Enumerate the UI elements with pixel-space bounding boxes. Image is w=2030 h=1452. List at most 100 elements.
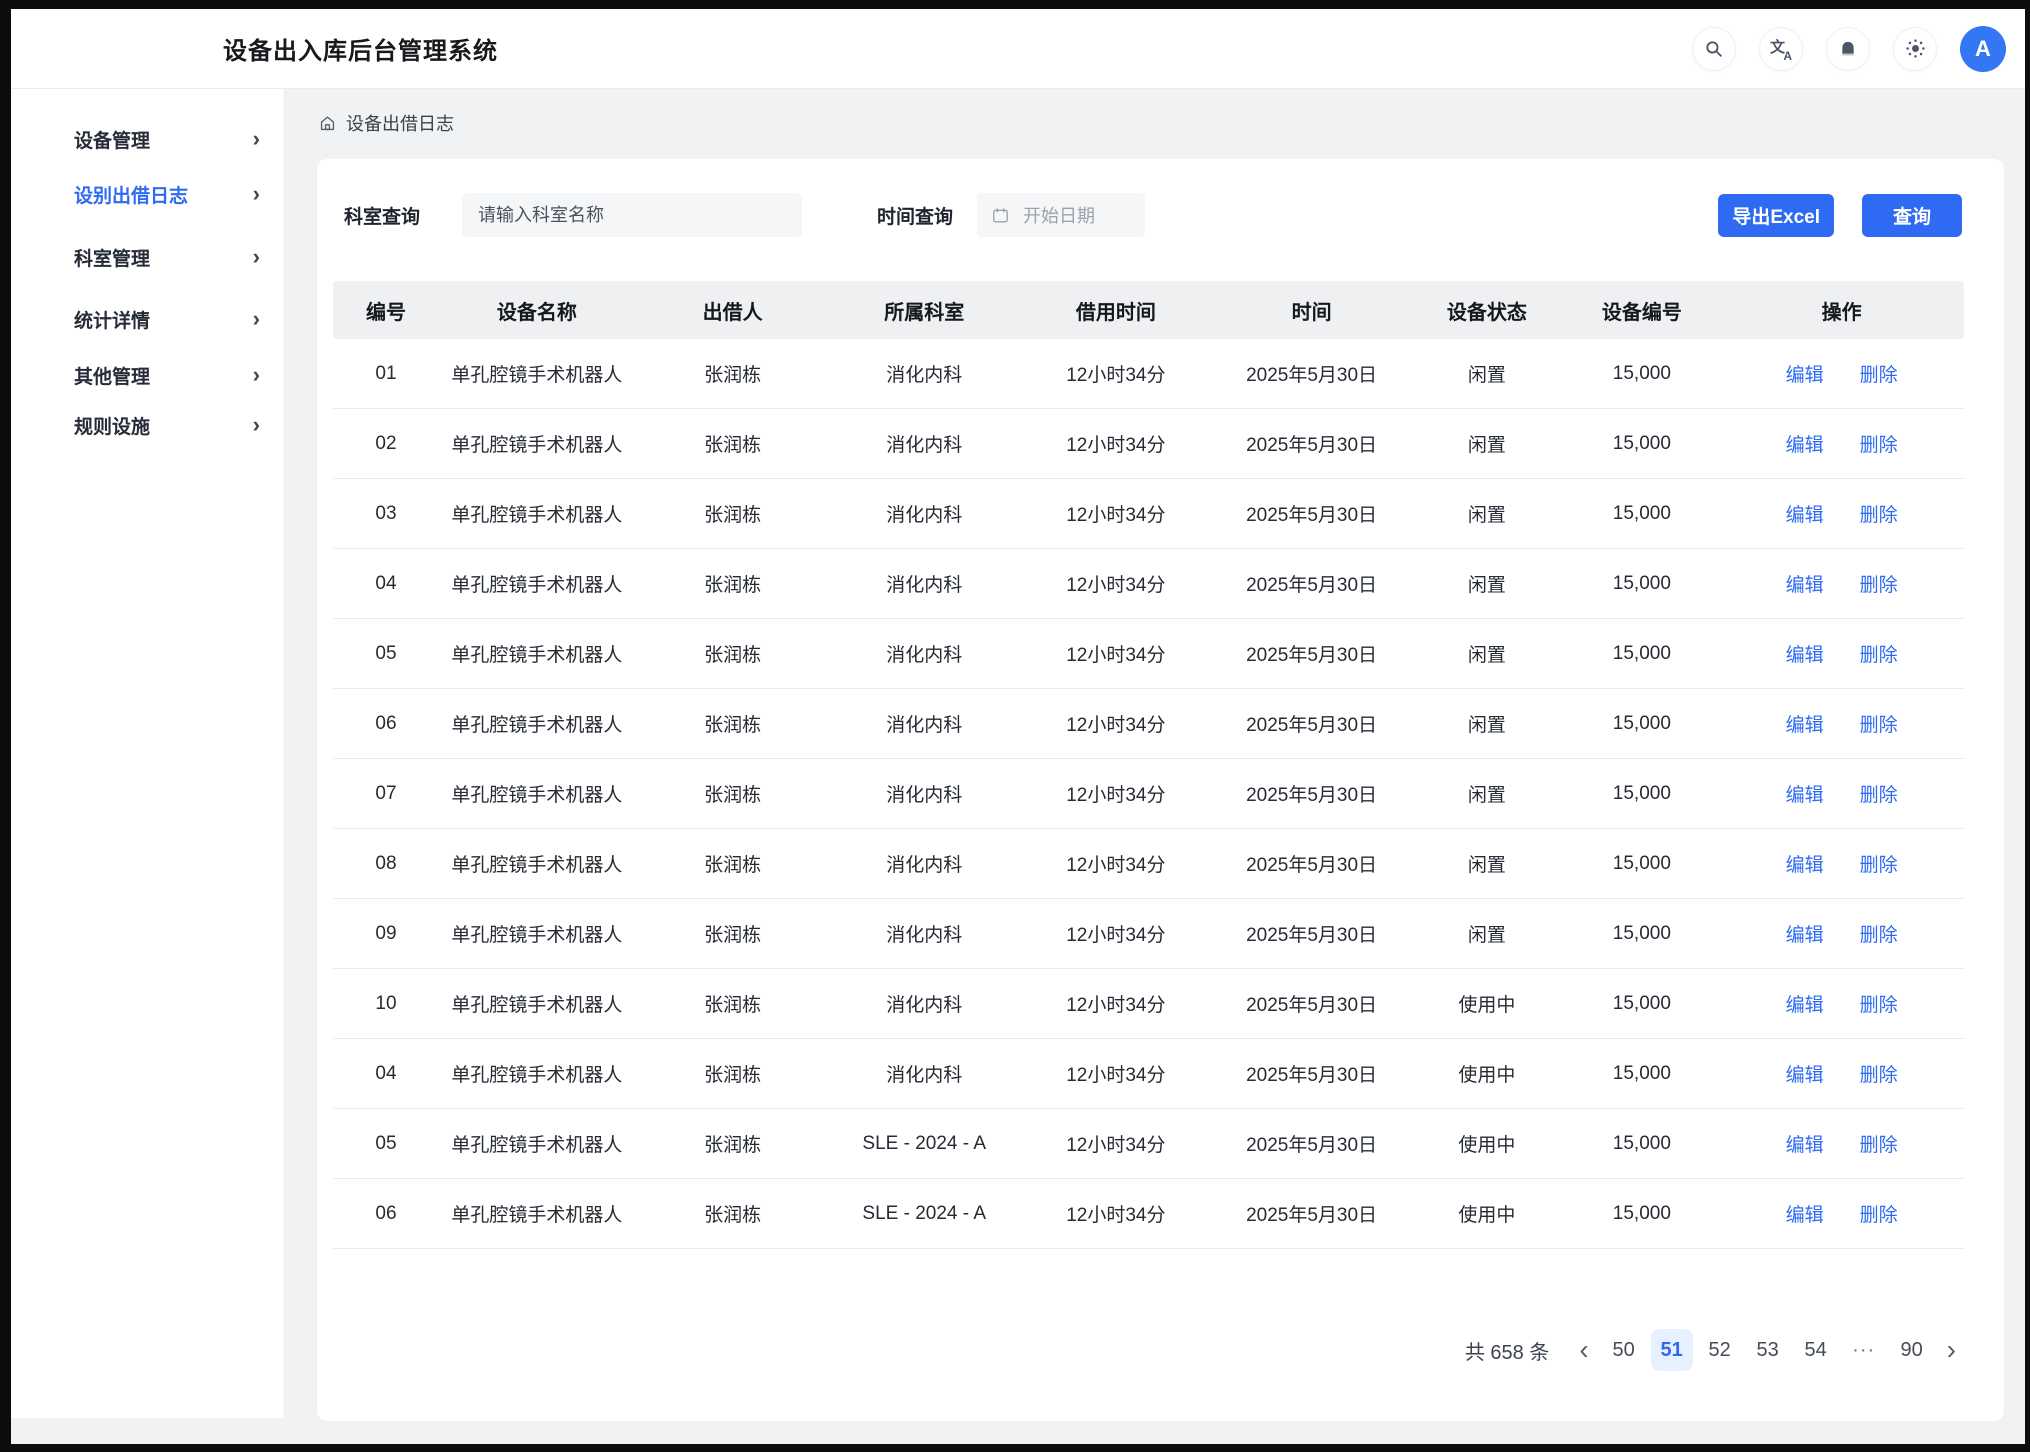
- cell-lender: 张润栋: [635, 1039, 831, 1109]
- cell-date: 2025年5月30日: [1214, 689, 1410, 759]
- settings-button[interactable]: [1893, 27, 1937, 71]
- cell-borrow-duration: 12小时34分: [1018, 969, 1214, 1039]
- edit-link[interactable]: 编辑: [1786, 995, 1824, 1016]
- column-header-5: 借用时间: [1018, 281, 1214, 339]
- edit-link[interactable]: 编辑: [1786, 575, 1824, 596]
- cell-operations: 编辑 删除: [1719, 479, 1964, 549]
- cell-department: 消化内科: [830, 479, 1018, 549]
- cell-device-status: 闲置: [1409, 479, 1564, 549]
- sidebar-item-6[interactable]: 规则设施›: [11, 403, 284, 447]
- cell-department: 消化内科: [830, 339, 1018, 409]
- cell-date: 2025年5月30日: [1214, 899, 1410, 969]
- delete-link[interactable]: 删除: [1860, 575, 1898, 596]
- delete-link[interactable]: 删除: [1860, 785, 1898, 806]
- cell-lender: 张润栋: [635, 479, 831, 549]
- cell-device-code: 15,000: [1564, 759, 1719, 829]
- cell-device-name: 单孔腔镜手术机器人: [439, 1179, 635, 1249]
- edit-link[interactable]: 编辑: [1786, 1135, 1824, 1156]
- edit-link[interactable]: 编辑: [1786, 785, 1824, 806]
- delete-link[interactable]: 删除: [1860, 715, 1898, 736]
- cell-device-code: 15,000: [1564, 409, 1719, 479]
- cell-lender: 张润栋: [635, 829, 831, 899]
- cell-row-number: 07: [333, 759, 439, 829]
- next-page-button[interactable]: ›: [1939, 1330, 1964, 1370]
- delete-link[interactable]: 删除: [1860, 1065, 1898, 1086]
- column-header-3: 出借人: [635, 281, 831, 339]
- cell-device-code: 15,000: [1564, 339, 1719, 409]
- export-excel-button[interactable]: 导出Excel: [1718, 194, 1834, 237]
- cell-row-number: 02: [333, 409, 439, 479]
- delete-link[interactable]: 删除: [1860, 1135, 1898, 1156]
- table-row: 04单孔腔镜手术机器人张润栋消化内科12小时34分2025年5月30日使用中15…: [333, 1039, 1964, 1109]
- cell-operations: 编辑 删除: [1719, 829, 1964, 899]
- cell-device-status: 闲置: [1409, 549, 1564, 619]
- sidebar-item-3[interactable]: 科室管理›: [11, 235, 284, 279]
- sidebar-item-label: 统计详情: [74, 306, 150, 333]
- chevron-right-icon: ›: [253, 308, 260, 330]
- notification-icon: [1837, 38, 1859, 60]
- cell-department: 消化内科: [830, 969, 1018, 1039]
- prev-page-button[interactable]: ‹: [1571, 1330, 1596, 1370]
- cell-lender: 张润栋: [635, 409, 831, 479]
- app-title: 设备出入库后台管理系统: [223, 31, 498, 66]
- breadcrumb[interactable]: 设备出借日志: [318, 106, 2025, 140]
- delete-link[interactable]: 删除: [1860, 435, 1898, 456]
- search-button[interactable]: [1692, 27, 1736, 71]
- cell-operations: 编辑 删除: [1719, 619, 1964, 689]
- search-icon: [1703, 38, 1725, 60]
- cell-lender: 张润栋: [635, 339, 831, 409]
- breadcrumb-label: 设备出借日志: [346, 110, 454, 136]
- sidebar-nav: 设备管理›设别出借日志›科室管理›统计详情›其他管理›规则设施›: [11, 89, 285, 1418]
- edit-link[interactable]: 编辑: [1786, 715, 1824, 736]
- page-button-51[interactable]: 51: [1651, 1329, 1693, 1371]
- sidebar-item-2[interactable]: 设别出借日志›: [11, 172, 284, 216]
- delete-link[interactable]: 删除: [1860, 925, 1898, 946]
- cell-operations: 编辑 删除: [1719, 339, 1964, 409]
- cell-department: 消化内科: [830, 549, 1018, 619]
- page-button-52[interactable]: 52: [1699, 1329, 1741, 1371]
- page-button-90[interactable]: 90: [1891, 1329, 1933, 1371]
- delete-link[interactable]: 删除: [1860, 1205, 1898, 1226]
- cell-department: 消化内科: [830, 619, 1018, 689]
- dept-search-input[interactable]: [462, 193, 802, 237]
- column-header-2: 设备名称: [439, 281, 635, 339]
- delete-link[interactable]: 删除: [1860, 855, 1898, 876]
- cell-date: 2025年5月30日: [1214, 409, 1410, 479]
- page-jump-ellipsis[interactable]: ···: [1843, 1329, 1885, 1371]
- cell-lender: 张润栋: [635, 1179, 831, 1249]
- header-icon-group: 文A A: [1692, 26, 2006, 72]
- page-button-53[interactable]: 53: [1747, 1329, 1789, 1371]
- avatar[interactable]: A: [1960, 26, 2006, 72]
- translate-button[interactable]: 文A: [1759, 27, 1803, 71]
- cell-device-status: 闲置: [1409, 339, 1564, 409]
- delete-link[interactable]: 删除: [1860, 645, 1898, 666]
- cell-device-code: 15,000: [1564, 899, 1719, 969]
- cell-department: SLE - 2024 - A: [830, 1179, 1018, 1249]
- sidebar-item-1[interactable]: 设备管理›: [11, 117, 284, 161]
- cell-row-number: 09: [333, 899, 439, 969]
- edit-link[interactable]: 编辑: [1786, 1065, 1824, 1086]
- edit-link[interactable]: 编辑: [1786, 645, 1824, 666]
- page-button-50[interactable]: 50: [1603, 1329, 1645, 1371]
- edit-link[interactable]: 编辑: [1786, 925, 1824, 946]
- edit-link[interactable]: 编辑: [1786, 505, 1824, 526]
- delete-link[interactable]: 删除: [1860, 505, 1898, 526]
- sidebar-item-5[interactable]: 其他管理›: [11, 353, 284, 397]
- query-button[interactable]: 查询: [1862, 194, 1962, 237]
- delete-link[interactable]: 删除: [1860, 365, 1898, 386]
- delete-link[interactable]: 删除: [1860, 995, 1898, 1016]
- sidebar-item-label: 其他管理: [74, 362, 150, 389]
- edit-link[interactable]: 编辑: [1786, 855, 1824, 876]
- start-date-picker[interactable]: 开始日期: [977, 193, 1145, 237]
- table-row: 02单孔腔镜手术机器人张润栋消化内科12小时34分2025年5月30日闲置15,…: [333, 409, 1964, 479]
- edit-link[interactable]: 编辑: [1786, 435, 1824, 456]
- edit-link[interactable]: 编辑: [1786, 365, 1824, 386]
- column-header-9: 操作: [1719, 281, 1964, 339]
- edit-link[interactable]: 编辑: [1786, 1205, 1824, 1226]
- chevron-right-icon: ›: [253, 246, 260, 268]
- content-card: 科室查询 时间查询 开始日期 导出Excel 查询 编号设备名称出: [317, 159, 2004, 1421]
- page-button-54[interactable]: 54: [1795, 1329, 1837, 1371]
- cell-operations: 编辑 删除: [1719, 1109, 1964, 1179]
- notification-button[interactable]: [1826, 27, 1870, 71]
- sidebar-item-4[interactable]: 统计详情 ›: [11, 297, 284, 341]
